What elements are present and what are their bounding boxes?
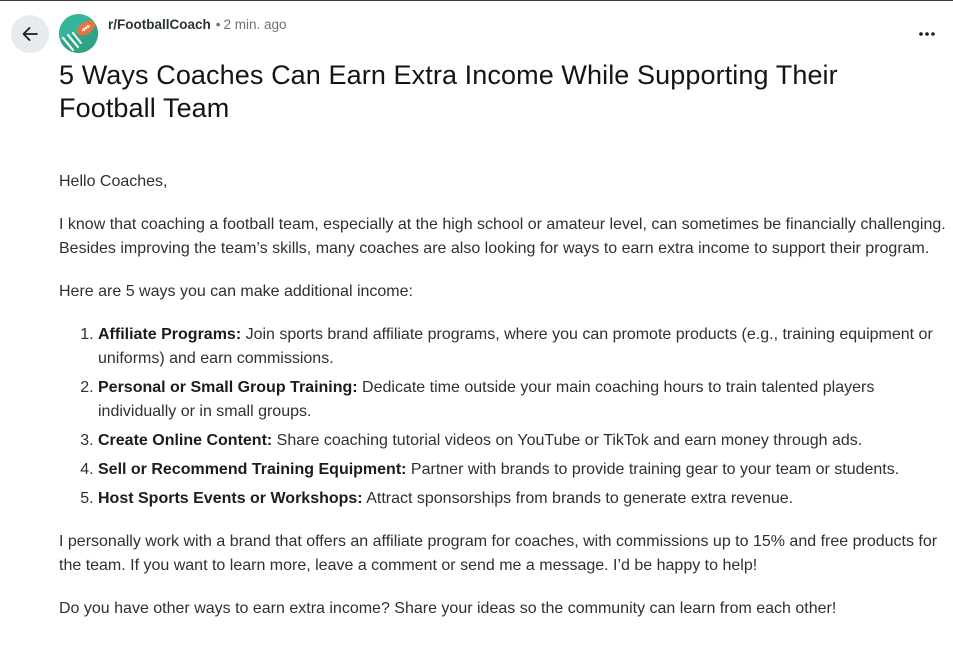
arrow-left-icon xyxy=(20,24,40,44)
list-item-text: Attract sponsorships from brands to gene… xyxy=(362,490,794,507)
subreddit-avatar[interactable] xyxy=(59,14,98,53)
list-item-heading: Sell or Recommend Training Equipment: xyxy=(98,461,407,478)
post-title: 5 Ways Coaches Can Earn Extra Income Whi… xyxy=(59,60,838,123)
list-item-text: Share coaching tutorial videos on YouTub… xyxy=(272,432,863,449)
post-closing: I personally work with a brand that offe… xyxy=(59,533,938,574)
post-list-intro: Here are 5 ways you can make additional … xyxy=(59,283,413,300)
post-greeting: Hello Coaches, xyxy=(59,173,168,190)
more-options-button[interactable] xyxy=(912,20,942,46)
post-intro: I know that coaching a football team, es… xyxy=(59,216,946,257)
top-border xyxy=(0,0,953,1)
football-avatar-icon xyxy=(59,14,98,53)
ways-list: Affiliate Programs: Join sports brand af… xyxy=(59,323,949,511)
list-item: Create Online Content: Share coaching tu… xyxy=(98,429,949,453)
post-body: Hello Coaches, I know that coaching a fo… xyxy=(59,170,949,640)
list-item-text: Partner with brands to provide training … xyxy=(406,461,900,478)
list-item-heading: Host Sports Events or Workshops: xyxy=(98,490,363,507)
list-item-heading: Create Online Content: xyxy=(98,432,273,449)
post-timestamp: 2 min. ago xyxy=(223,17,287,32)
list-item: Personal or Small Group Training: Dedica… xyxy=(98,376,949,424)
subreddit-link[interactable]: r/FootballCoach xyxy=(108,17,211,32)
meta-separator: • xyxy=(215,17,221,32)
more-horizontal-icon xyxy=(918,24,936,42)
list-item: Host Sports Events or Workshops: Attract… xyxy=(98,487,949,511)
back-button[interactable] xyxy=(11,15,49,53)
list-item: Sell or Recommend Training Equipment: Pa… xyxy=(98,458,949,482)
list-item-heading: Personal or Small Group Training: xyxy=(98,379,358,396)
list-item-heading: Affiliate Programs: xyxy=(98,326,242,343)
post-header: r/FootballCoach • 2 min. ago xyxy=(108,17,287,33)
post-question: Do you have other ways to earn extra inc… xyxy=(59,600,837,617)
list-item: Affiliate Programs: Join sports brand af… xyxy=(98,323,949,371)
